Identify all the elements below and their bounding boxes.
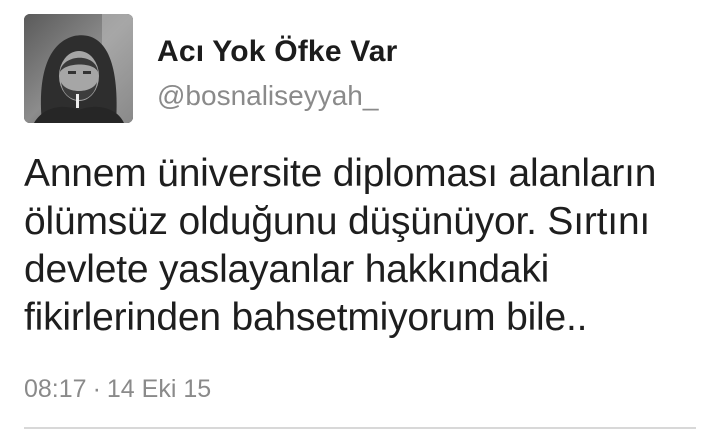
avatar-photo-icon xyxy=(24,14,133,123)
tweet-card: Acı Yok Öfke Var @bosnaliseyyah_ Annem ü… xyxy=(0,0,720,434)
user-names: Acı Yok Öfke Var @bosnaliseyyah_ xyxy=(157,14,398,112)
divider xyxy=(24,427,696,429)
tweet-time: 08:17 xyxy=(24,375,87,403)
tweet-date: 14 Eki 15 xyxy=(106,375,212,403)
avatar[interactable] xyxy=(24,14,133,123)
tweet-text: Annem üniversite diploması alanların ölü… xyxy=(24,152,657,339)
user-handle[interactable]: @bosnaliseyyah_ xyxy=(157,80,398,112)
tweet-header: Acı Yok Öfke Var @bosnaliseyyah_ xyxy=(24,14,398,123)
tweet-timestamp[interactable]: 08:17 · 14 Eki 15 xyxy=(24,374,211,404)
display-name[interactable]: Acı Yok Öfke Var xyxy=(157,34,398,70)
meta-separator: · xyxy=(92,375,101,403)
